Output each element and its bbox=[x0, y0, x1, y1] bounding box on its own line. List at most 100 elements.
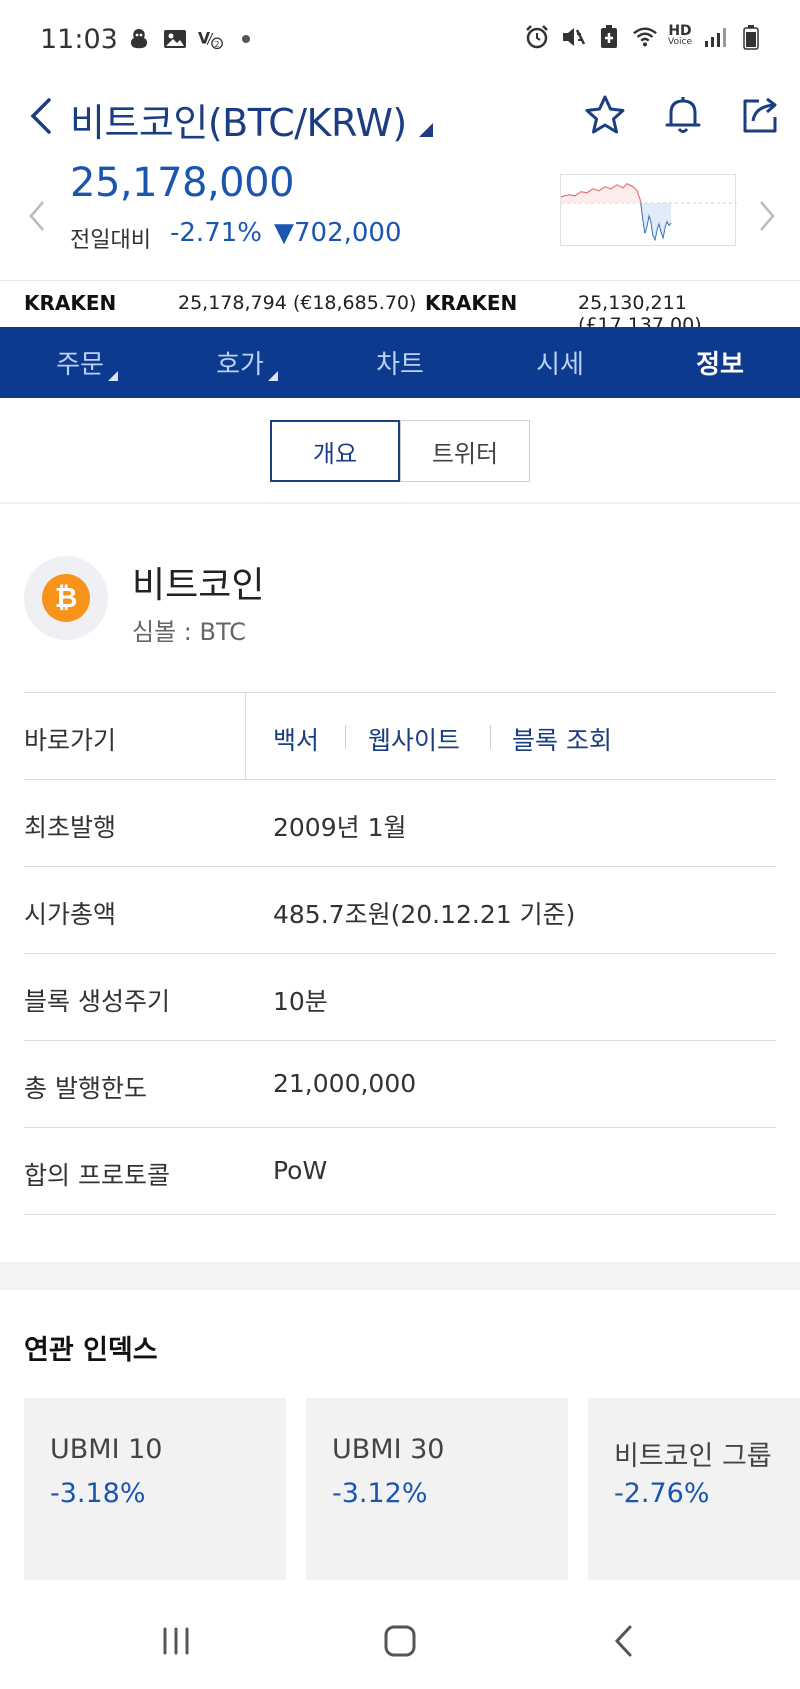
mini-price-chart[interactable] bbox=[560, 174, 737, 246]
info-value: PoW bbox=[273, 1156, 328, 1185]
info-row: 최초발행 2009년 1월 bbox=[24, 780, 776, 867]
hd-voice-indicator: HD Voice bbox=[668, 23, 692, 48]
exchange-name: KRAKEN bbox=[425, 291, 518, 315]
status-right-icons: HD Voice bbox=[524, 24, 764, 50]
status-time: 11:03 bbox=[40, 24, 118, 55]
voice-label: Voice bbox=[668, 37, 692, 47]
recent-apps-icon bbox=[163, 1627, 189, 1655]
block-explorer-link[interactable]: 블록 조회 bbox=[512, 721, 612, 757]
tab-label: 호가 bbox=[216, 350, 264, 380]
sparkline bbox=[560, 183, 737, 242]
link-separator bbox=[345, 725, 346, 749]
chevron-right-icon bbox=[760, 201, 775, 231]
index-card[interactable]: UBMI 10 -3.18% bbox=[24, 1398, 286, 1580]
section-band bbox=[0, 1262, 800, 1290]
prev-day-label: 전일대비 bbox=[70, 228, 151, 253]
index-card[interactable]: UBMI 30 -3.12% bbox=[306, 1398, 568, 1580]
info-key: 합의 프로토콜 bbox=[24, 1161, 170, 1190]
index-card[interactable]: 비트코인 그룹 -2.76% bbox=[588, 1398, 800, 1580]
star-icon bbox=[585, 95, 625, 134]
subtab-overview[interactable]: 개요 bbox=[270, 420, 400, 482]
info-value: 485.7조원(20.12.21 기준) bbox=[273, 900, 576, 929]
tab-label: 정보 bbox=[696, 350, 744, 380]
info-row: 시가총액 485.7조원(20.12.21 기준) bbox=[24, 867, 776, 954]
dropdown-corner-icon bbox=[268, 371, 278, 381]
alert-button[interactable] bbox=[658, 90, 708, 140]
info-key: 시가총액 bbox=[24, 900, 117, 929]
bitcoin-icon: ₿ bbox=[42, 574, 90, 622]
tab-market[interactable]: 시세 bbox=[480, 327, 640, 398]
whitepaper-link[interactable]: 백서 bbox=[273, 721, 319, 757]
related-index-title: 연관 인덱스 bbox=[24, 1335, 158, 1366]
section-divider bbox=[0, 502, 800, 504]
coin-logo: ₿ bbox=[24, 556, 108, 640]
info-key: 바로가기 bbox=[24, 726, 117, 755]
dropdown-corner-icon bbox=[108, 371, 118, 381]
battery-saver-icon bbox=[596, 24, 622, 50]
bell-icon bbox=[665, 97, 701, 133]
svg-text:₿: ₿ bbox=[55, 581, 78, 614]
subtab-twitter[interactable]: 트위터 bbox=[400, 420, 530, 482]
back-button[interactable] bbox=[20, 92, 60, 140]
info-key: 최초발행 bbox=[24, 813, 117, 842]
column-divider bbox=[245, 693, 246, 780]
index-change: -3.12% bbox=[332, 1478, 428, 1509]
exchange-value: 25,178,794 (€18,685.70) bbox=[178, 292, 417, 314]
system-nav-bar bbox=[0, 1590, 800, 1689]
change-percent: -2.71% bbox=[170, 218, 262, 248]
next-coin-button[interactable] bbox=[752, 196, 782, 236]
coin-name: 비트코인 bbox=[132, 565, 265, 606]
favorite-button[interactable] bbox=[580, 90, 630, 140]
tab-label: 주문 bbox=[56, 350, 104, 380]
website-link[interactable]: 웹사이트 bbox=[368, 721, 460, 757]
status-bar: 11:03 V/2 HD Voice bbox=[0, 0, 800, 80]
index-name: 비트코인 그룹 bbox=[614, 1441, 772, 1472]
info-value: 10분 bbox=[273, 987, 328, 1016]
info-row-shortcuts: 바로가기 백서 웹사이트 블록 조회 bbox=[24, 693, 776, 780]
coin-symbol: 심볼 : BTC bbox=[132, 618, 246, 646]
prev-coin-button[interactable] bbox=[22, 196, 52, 236]
hd-label: HD bbox=[668, 23, 692, 39]
wifi-icon bbox=[632, 24, 658, 50]
signal-icon bbox=[702, 24, 728, 50]
tab-label: 시세 bbox=[536, 350, 584, 380]
exchange-price-row: KRAKEN 25,178,794 (€18,685.70) KRAKEN 25… bbox=[0, 280, 800, 336]
info-value: 2009년 1월 bbox=[273, 813, 407, 842]
share-button[interactable] bbox=[736, 90, 786, 140]
info-key: 블록 생성주기 bbox=[24, 987, 170, 1016]
svg-text:2: 2 bbox=[214, 40, 219, 49]
alarm-icon bbox=[524, 24, 550, 50]
app-header: 비트코인(BTC/KRW) bbox=[0, 80, 800, 150]
coin-info-table: 바로가기 백서 웹사이트 블록 조회 최초발행 2009년 1월 시가총액 48… bbox=[24, 692, 776, 1215]
notification-icon bbox=[126, 26, 152, 52]
home-icon bbox=[384, 1625, 416, 1657]
index-change: -2.76% bbox=[614, 1478, 710, 1509]
back-icon bbox=[614, 1625, 632, 1657]
tab-chart[interactable]: 차트 bbox=[320, 327, 480, 398]
status-left-icons: V/2 bbox=[126, 26, 250, 52]
recent-apps-button[interactable] bbox=[146, 1616, 206, 1666]
title-dropdown-icon[interactable] bbox=[418, 122, 434, 138]
info-key: 총 발행한도 bbox=[24, 1074, 147, 1103]
info-row: 블록 생성주기 10분 bbox=[24, 954, 776, 1041]
tab-label: 차트 bbox=[376, 350, 424, 380]
back-arrow-icon bbox=[30, 98, 51, 134]
tab-order[interactable]: 주문 bbox=[0, 327, 160, 398]
system-back-button[interactable] bbox=[594, 1616, 654, 1666]
gallery-icon bbox=[162, 26, 188, 52]
tab-info[interactable]: 정보 bbox=[640, 327, 800, 398]
page-title[interactable]: 비트코인(BTC/KRW) bbox=[70, 92, 407, 147]
battery-icon bbox=[738, 24, 764, 50]
home-button[interactable] bbox=[370, 1616, 430, 1666]
more-notifications-dot bbox=[242, 35, 250, 43]
mute-icon bbox=[560, 24, 586, 50]
main-tab-bar: 주문 호가 차트 시세 정보 bbox=[0, 327, 800, 398]
tab-orderbook[interactable]: 호가 bbox=[160, 327, 320, 398]
link-separator bbox=[490, 725, 491, 749]
share-icon bbox=[743, 97, 777, 133]
index-name: UBMI 30 bbox=[332, 1434, 445, 1465]
change-amount: ▼702,000 bbox=[274, 218, 402, 248]
index-change: -3.18% bbox=[50, 1478, 146, 1509]
subtab-label: 개요 bbox=[312, 439, 358, 468]
exchange-name: KRAKEN bbox=[24, 291, 117, 315]
